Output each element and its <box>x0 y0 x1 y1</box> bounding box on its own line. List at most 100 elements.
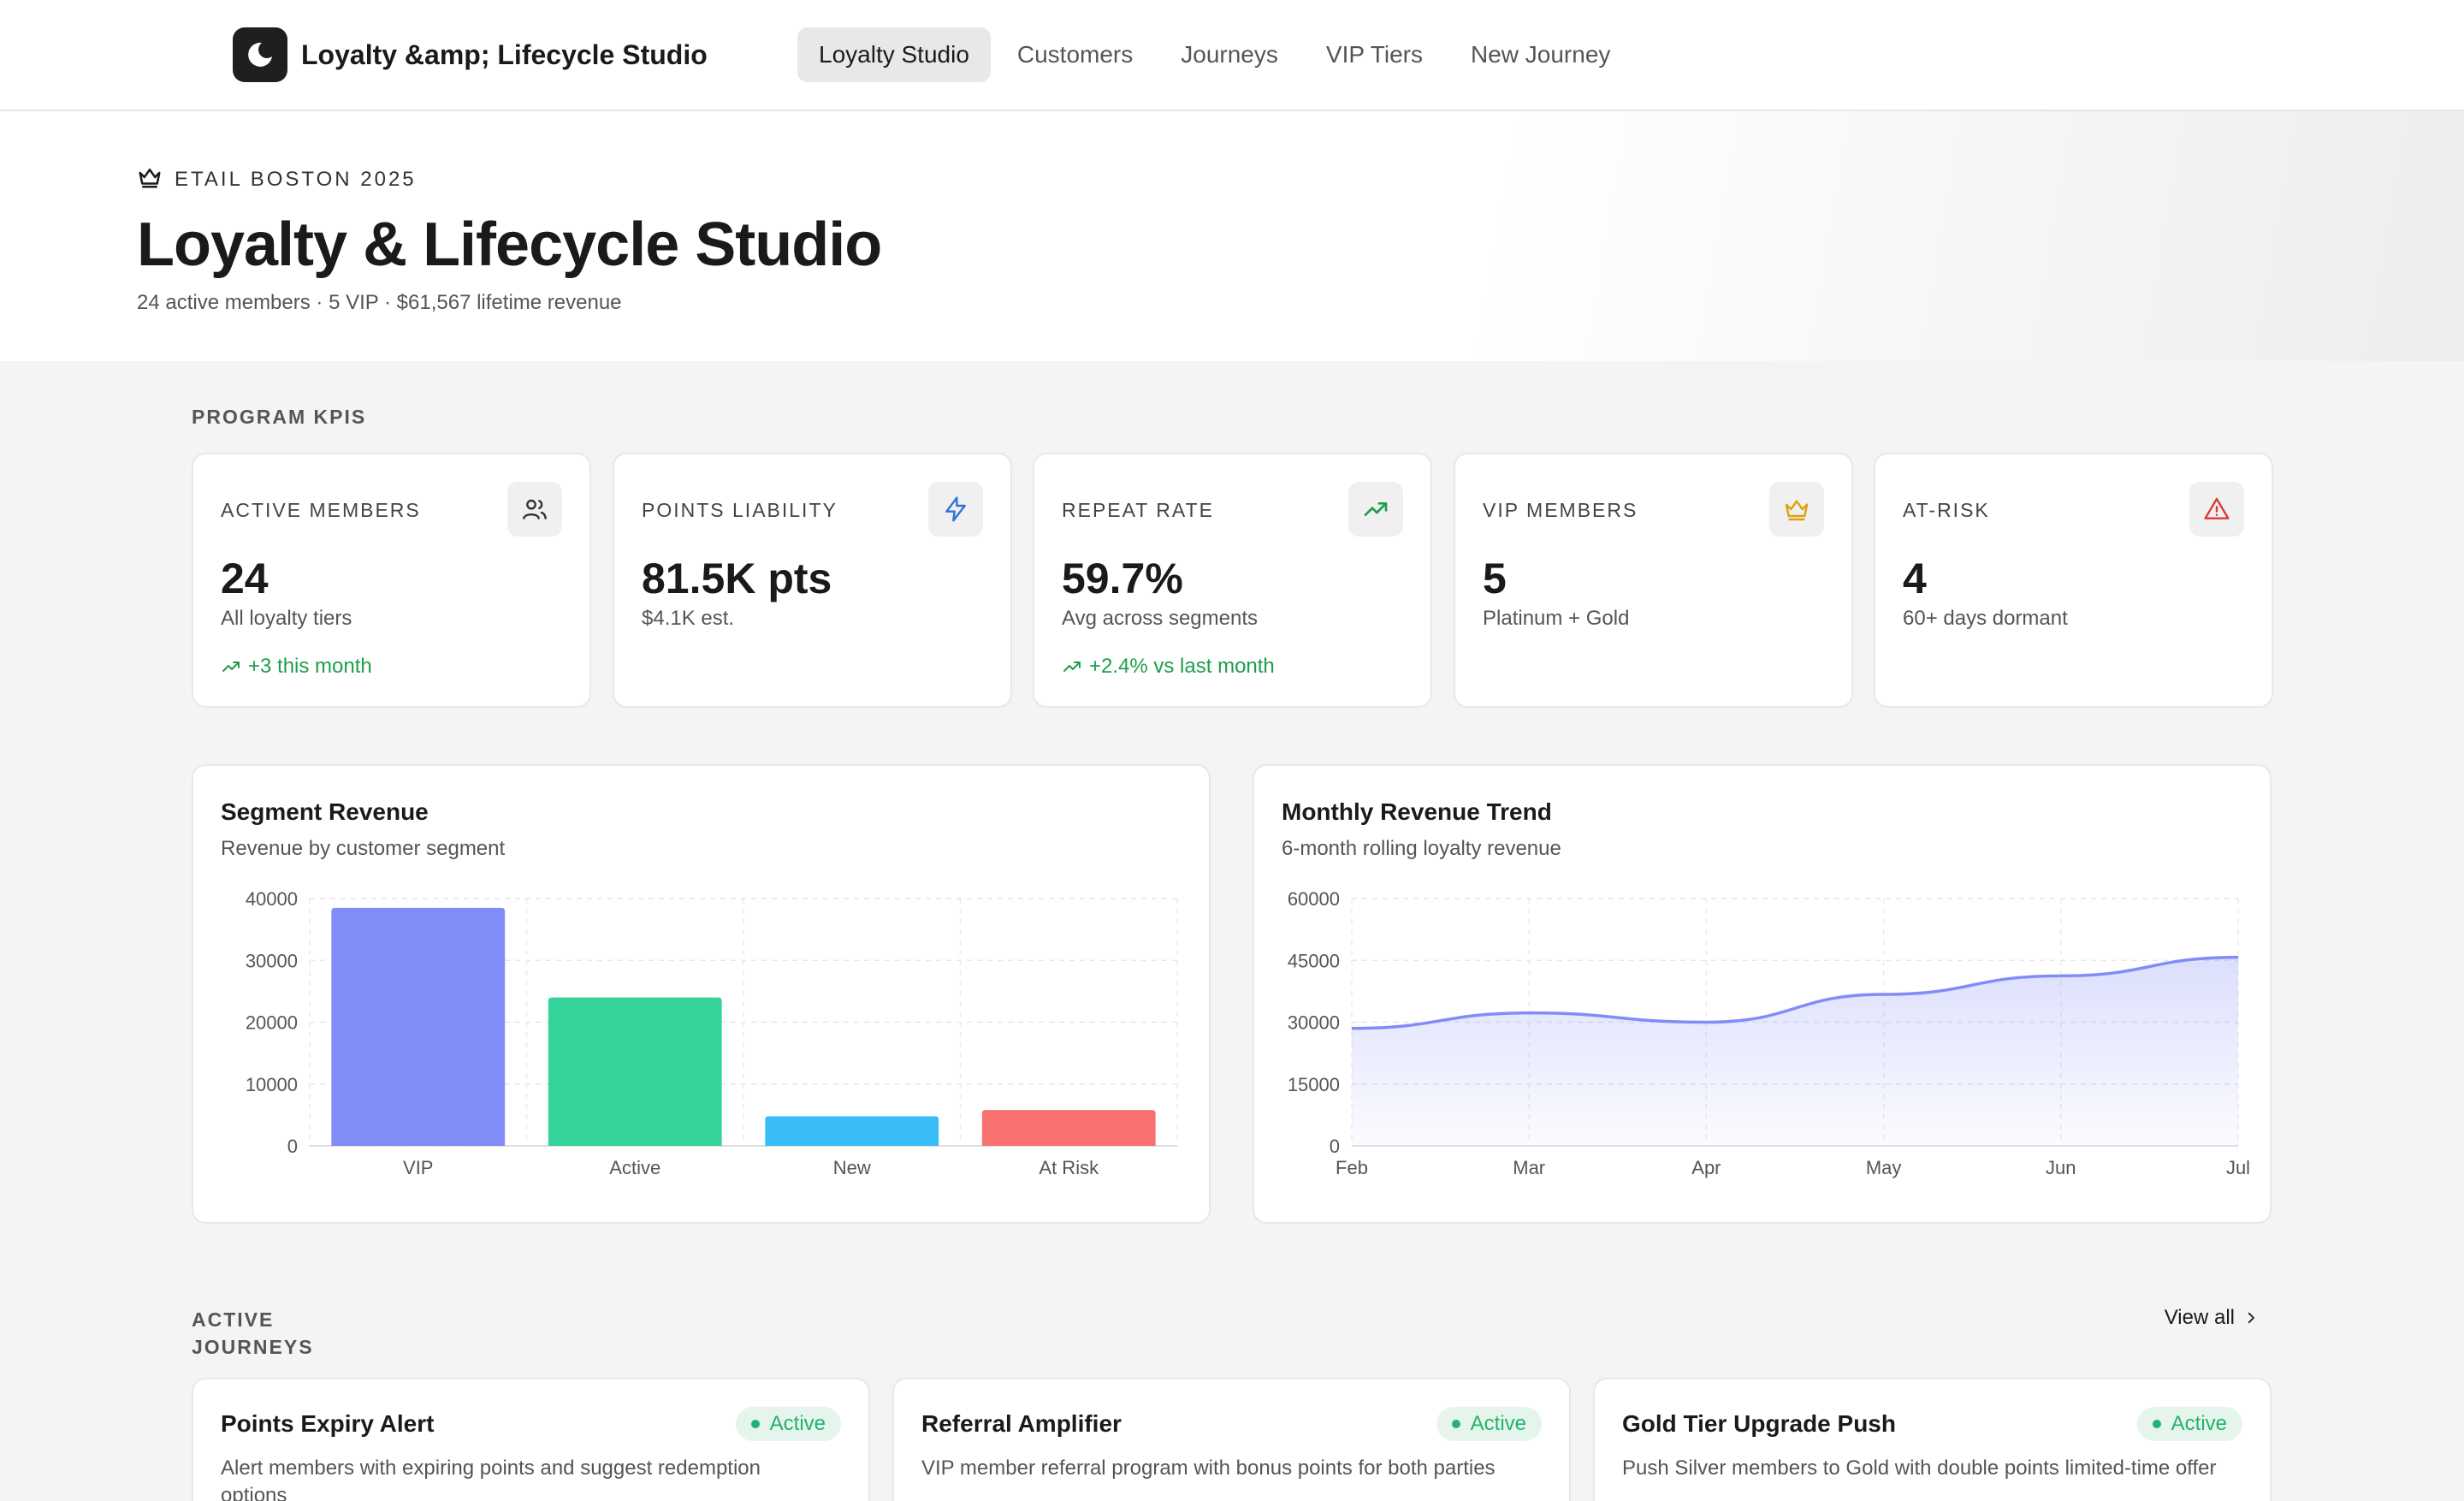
hero: ETAIL BOSTON 2025 Loyalty & Lifecycle St… <box>0 111 2464 361</box>
status-badge: Active <box>735 1407 841 1441</box>
y-tick-label: 0 <box>287 1136 298 1157</box>
kpi-sub: Platinum + Gold <box>1483 607 1630 630</box>
tab-journeys[interactable]: Journeys <box>1159 27 1300 82</box>
page-title: Loyalty & Lifecycle Studio <box>137 211 882 279</box>
journey-card[interactable]: Points Expiry Alert Active Alert members… <box>192 1378 870 1501</box>
kpi-sub: $4.1K est. <box>642 607 735 630</box>
journey-card[interactable]: Referral Amplifier Active VIP member ref… <box>892 1378 1571 1501</box>
kpi-trend-text: +3 this month <box>248 655 372 678</box>
y-tick-label: 30000 <box>1288 1012 1340 1034</box>
bar-vip <box>331 907 506 1146</box>
status-dot <box>750 1420 760 1428</box>
data-point-jul <box>2237 957 2239 958</box>
kpi-label: AT-RISK <box>1903 499 1990 521</box>
eyebrow-text: ETAIL BOSTON 2025 <box>175 167 417 191</box>
chevron-right-icon <box>2248 1312 2254 1324</box>
data-point-mar <box>1528 1012 1530 1014</box>
revenue-area <box>1352 957 2238 1146</box>
monthly-revenue-card: Monthly Revenue Trend 6-month rolling lo… <box>1253 764 2272 1224</box>
kpi-sub: 60+ days dormant <box>1903 607 2068 630</box>
bar-active <box>548 997 722 1146</box>
moon-logo-icon <box>233 27 287 82</box>
eyebrow: ETAIL BOSTON 2025 <box>137 164 417 194</box>
tab-customers[interactable]: Customers <box>996 27 1154 82</box>
journey-title: Points Expiry Alert <box>221 1410 435 1437</box>
journeys-label-line2: JOURNEYS <box>192 1336 314 1358</box>
kpi-card-at-risk: AT-RISK 4 60+ days dormant <box>1874 453 2273 708</box>
kpi-value: 5 <box>1483 555 1507 602</box>
kpi-section-label: PROGRAM KPIS <box>192 406 367 428</box>
kpi-card-active-members: ACTIVE MEMBERS 24 All loyalty tiers +3 t… <box>192 453 591 708</box>
alert-triangle-icon <box>2189 482 2244 537</box>
status-text: Active <box>769 1412 826 1435</box>
journey-title: Referral Amplifier <box>921 1410 1122 1437</box>
kpi-value: 4 <box>1903 555 1927 602</box>
users-icon <box>507 482 562 537</box>
journeys-section-label: ACTIVE JOURNEYS <box>192 1306 314 1361</box>
status-badge: Active <box>2136 1407 2242 1441</box>
kpi-value: 59.7% <box>1062 555 1183 602</box>
monthly-revenue-chart: 0 15000 30000 45000 60000 Feb Mar Apr May Jun Jul <box>1288 888 2250 1178</box>
kpi-value: 24 <box>221 555 269 602</box>
trending-up-icon <box>1348 482 1403 537</box>
kpi-trend: +2.4% vs last month <box>1062 655 1275 679</box>
trending-up-icon <box>222 662 240 672</box>
tab-new-journey[interactable]: New Journey <box>1449 27 1632 82</box>
status-dot <box>1451 1420 1460 1428</box>
brand[interactable]: Loyalty &amp; Lifecycle Studio <box>233 27 708 82</box>
kpi-trend: +3 this month <box>221 655 372 679</box>
y-tick-label: 20000 <box>246 1012 298 1034</box>
crown-icon <box>137 164 163 194</box>
status-dot <box>2152 1420 2161 1428</box>
data-point-apr <box>1705 1022 1707 1023</box>
journey-card[interactable]: Gold Tier Upgrade Push Active Push Silve… <box>1593 1378 2272 1501</box>
kpi-sub: All loyalty tiers <box>221 607 352 630</box>
journey-description: VIP member referral program with bonus p… <box>921 1457 1496 1480</box>
segment-revenue-chart: 0 10000 20000 30000 40000 VIP Active New At Risk <box>246 888 1178 1178</box>
x-tick-label: Apr <box>1691 1157 1721 1178</box>
brand-name: Loyalty &amp; Lifecycle Studio <box>301 39 708 70</box>
y-tick-label: 0 <box>1330 1136 1340 1157</box>
x-tick-label: Active <box>609 1157 660 1178</box>
kpi-card-repeat-rate: REPEAT RATE 59.7% Avg across segments +2… <box>1033 453 1432 708</box>
x-tick-label: Jul <box>2226 1157 2250 1178</box>
crown-icon <box>1769 482 1824 537</box>
journey-description: Alert members with expiring points and s… <box>221 1457 761 1501</box>
y-tick-label: 45000 <box>1288 950 1340 971</box>
y-tick-label: 60000 <box>1288 888 1340 910</box>
tab-loyalty-studio[interactable]: Loyalty Studio <box>797 27 991 82</box>
kpi-label: REPEAT RATE <box>1062 499 1214 521</box>
status-text: Active <box>1470 1412 1526 1435</box>
x-tick-label: Feb <box>1336 1157 1368 1178</box>
status-text: Active <box>2171 1412 2227 1435</box>
y-tick-label: 15000 <box>1288 1074 1340 1095</box>
view-all-link[interactable]: View all <box>2165 1306 2259 1330</box>
kpi-value: 81.5K pts <box>642 555 832 602</box>
trending-up-icon <box>1063 662 1081 672</box>
lightning-icon <box>928 482 983 537</box>
kpi-trend-text: +2.4% vs last month <box>1089 655 1275 678</box>
journeys-label-line1: ACTIVE <box>192 1308 275 1331</box>
x-tick-label: May <box>1866 1157 1902 1178</box>
bar-at-risk <box>981 1110 1156 1146</box>
kpi-label: VIP MEMBERS <box>1483 499 1638 521</box>
kpi-label: ACTIVE MEMBERS <box>221 499 421 521</box>
status-badge: Active <box>1436 1407 1542 1441</box>
bar-new <box>765 1116 939 1146</box>
tab-vip-tiers[interactable]: VIP Tiers <box>1305 27 1444 82</box>
x-tick-label: Jun <box>2046 1157 2076 1178</box>
top-nav: Loyalty &amp; Lifecycle Studio Loyalty S… <box>0 0 2464 111</box>
nav-tabs: Loyalty Studio Customers Journeys VIP Ti… <box>797 27 1637 82</box>
y-tick-label: 30000 <box>246 950 298 971</box>
segment-revenue-card: Segment Revenue Revenue by customer segm… <box>192 764 1211 1224</box>
x-tick-label: At Risk <box>1039 1157 1099 1178</box>
y-tick-label: 40000 <box>246 888 298 910</box>
page-subtitle: 24 active members · 5 VIP · $61,567 life… <box>137 291 622 314</box>
x-tick-label: VIP <box>403 1157 433 1178</box>
kpi-label: POINTS LIABILITY <box>642 499 838 521</box>
kpi-card-vip-members: VIP MEMBERS 5 Platinum + Gold <box>1454 453 1853 708</box>
journey-description: Push Silver members to Gold with double … <box>1622 1457 2217 1480</box>
journey-title: Gold Tier Upgrade Push <box>1622 1410 1896 1437</box>
kpi-sub: Avg across segments <box>1062 607 1258 630</box>
x-tick-label: New <box>833 1157 871 1178</box>
